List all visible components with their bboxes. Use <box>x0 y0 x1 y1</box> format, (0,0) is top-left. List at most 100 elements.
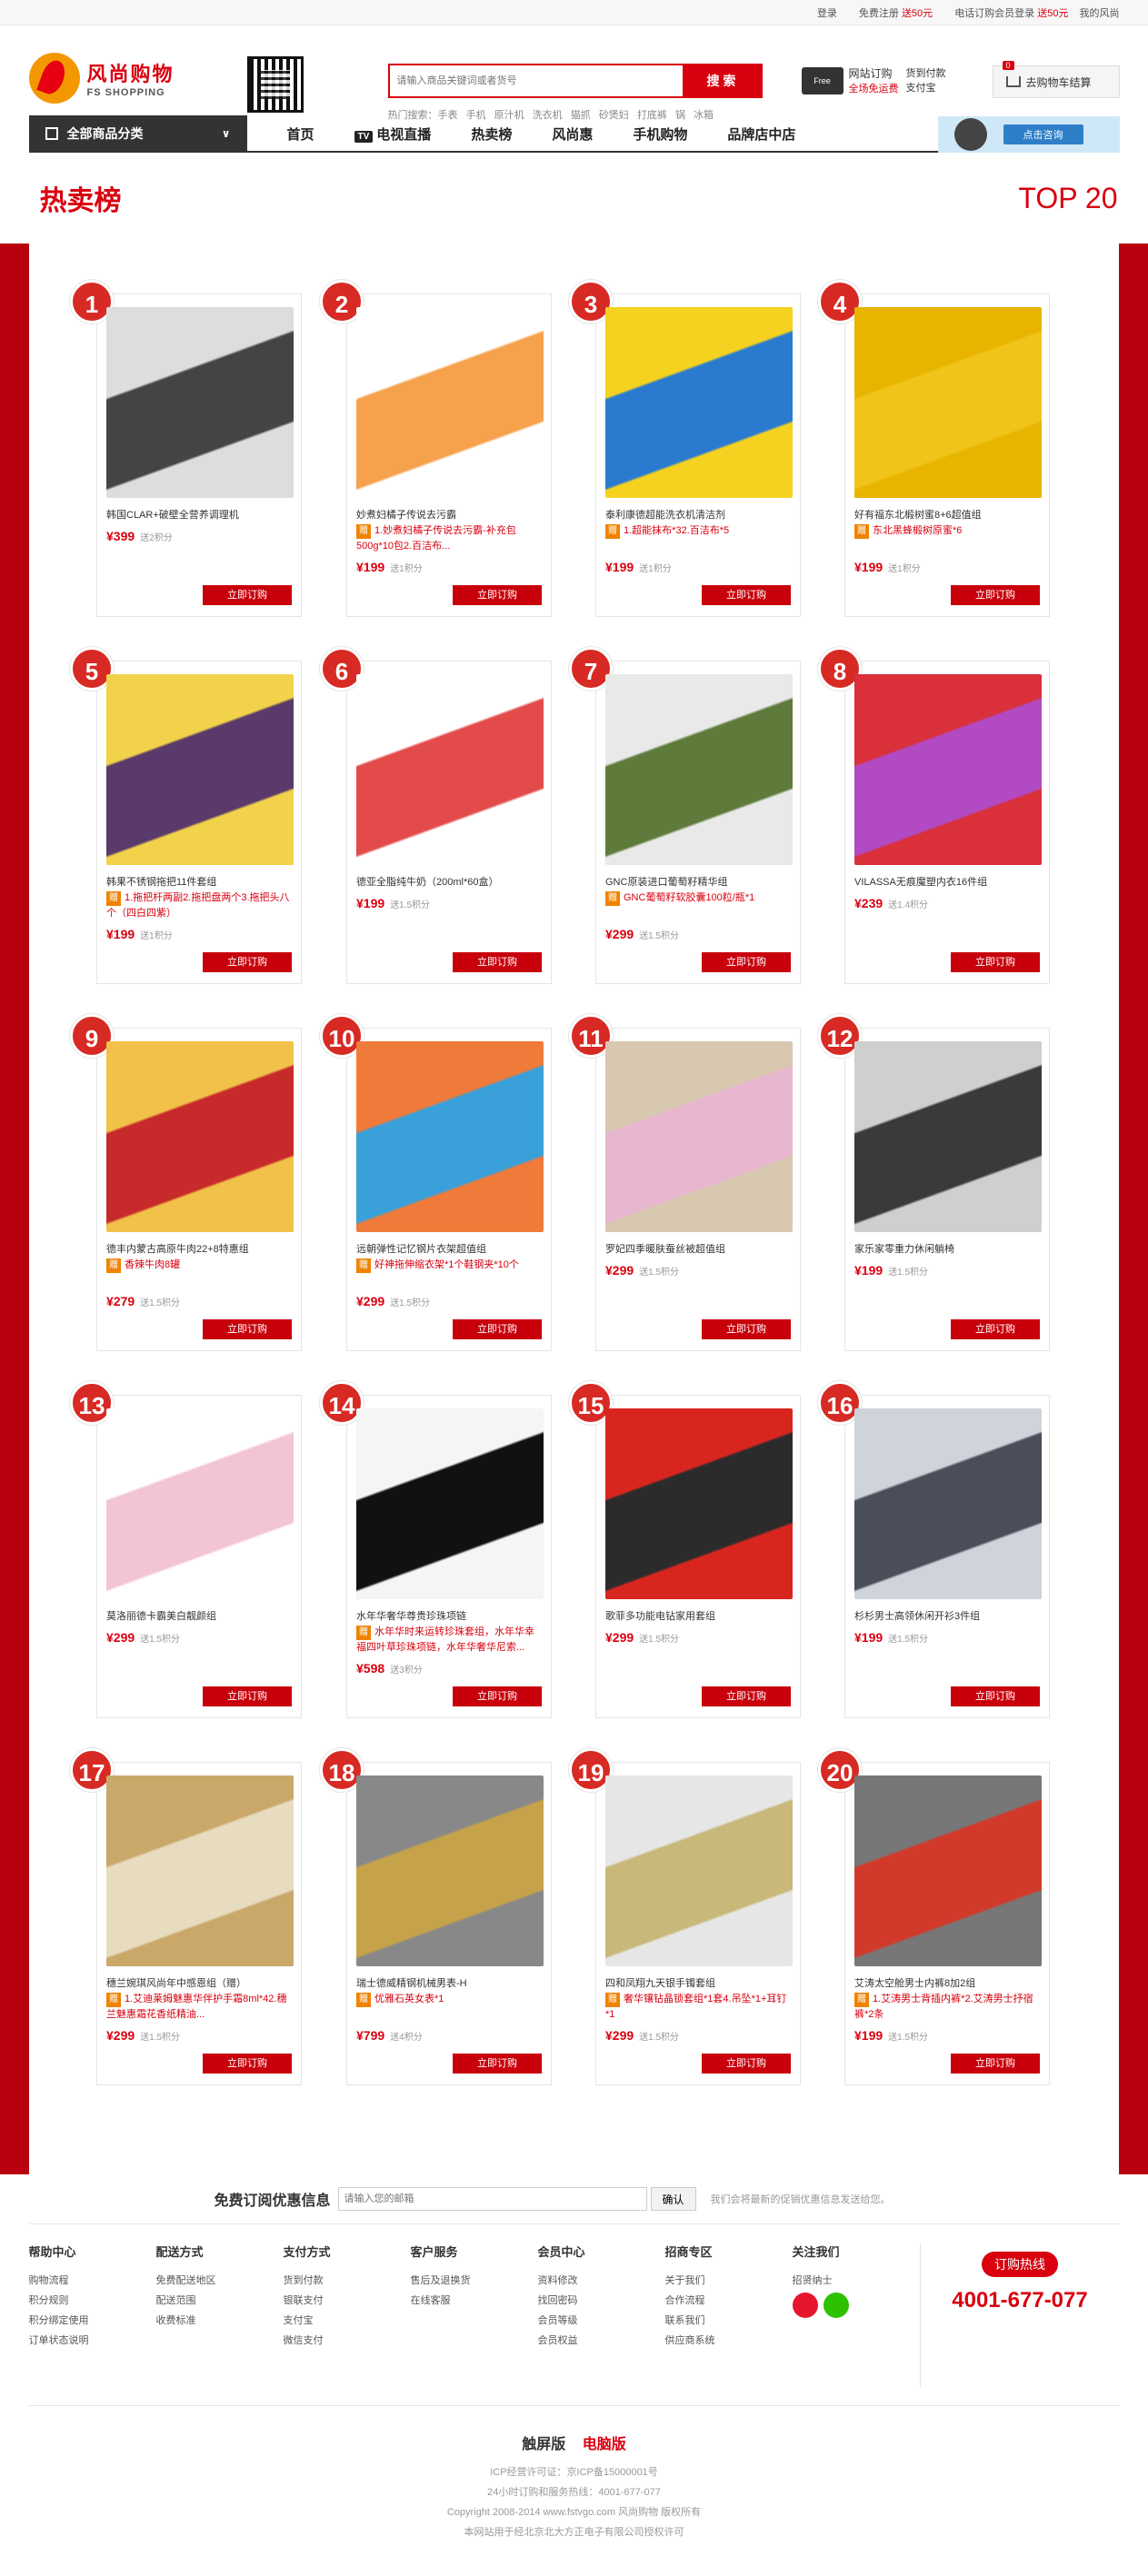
product-name[interactable]: VILASSA无痕魔塑内衣16件组 <box>854 874 1042 889</box>
login-link[interactable]: 登录 <box>817 5 837 20</box>
product-card[interactable]: 13 莫洛丽德卡霸美白靓颜组 ¥299 送1.5积分 立即订购 <box>70 1381 302 1718</box>
order-now-button[interactable]: 立即订购 <box>453 1319 542 1339</box>
cart-button[interactable]: 0 去购物车结算 <box>992 61 1120 98</box>
product-name[interactable]: 妙煮妇橘子传说去污霸 <box>356 507 544 522</box>
product-name[interactable]: 艾涛太空舱男士内裤8加2组 <box>854 1975 1042 1990</box>
product-image[interactable] <box>356 307 544 498</box>
product-card[interactable]: 9 德丰内蒙古高原牛肉22+8特惠组赠香辣牛肉8罐 ¥279 送1.5积分 立即订购 <box>70 1014 302 1351</box>
product-name[interactable]: 韩果不锈钢拖把11件套组 <box>106 874 294 889</box>
footer-link[interactable]: 积分规则 <box>29 2291 156 2311</box>
order-now-button[interactable]: 立即订购 <box>203 585 292 605</box>
product-name[interactable]: 德亚全脂纯牛奶（200ml*60盒） <box>356 874 544 889</box>
product-card[interactable]: 2 妙煮妇橘子传说去污霸赠 1.妙煮妇橘子传说去污霸-补充包500g*10包2.百洁… <box>320 280 552 617</box>
product-name[interactable]: 杉杉男士高领休闲开衫3件组 <box>854 1608 1042 1623</box>
footer-link[interactable]: 免费配送地区 <box>156 2271 284 2291</box>
product-card[interactable]: 8 VILASSA无痕魔塑内衣16件组 ¥239 送1.4积分 立即订购 <box>818 647 1050 984</box>
product-card[interactable]: 17 穗兰婉琪风尚年中感恩组（赠）赠 1.艾迪莱姆魅惠华伴护手霜8ml*42.穗兰魅… <box>70 1748 302 2085</box>
footer-link[interactable]: 合作流程 <box>665 2291 793 2311</box>
product-card[interactable]: 14 水年华奢华尊贵珍珠项链赠水年华时来运转珍珠套组，水年华幸福四叶草珍珠项链，水… <box>320 1381 552 1718</box>
product-card[interactable]: 16 杉杉男士高领休闲开衫3件组 ¥199 送1.5积分 立即订购 <box>818 1381 1050 1718</box>
footer-link[interactable]: 会员等级 <box>538 2311 665 2331</box>
order-now-button[interactable]: 立即订购 <box>702 585 791 605</box>
order-now-button[interactable]: 立即订购 <box>203 1319 292 1339</box>
product-card[interactable]: 5 韩果不锈钢拖把11件套组赠 1.拖把杆两副2.拖把盘两个3.拖把头八个（四白四紫… <box>70 647 302 984</box>
product-name[interactable]: 罗妃四季暖肤蚕丝被超值组 <box>605 1241 793 1256</box>
product-name[interactable]: 歌菲多功能电钻家用套组 <box>605 1608 793 1623</box>
order-now-button[interactable]: 立即订购 <box>951 1319 1040 1339</box>
product-image[interactable] <box>356 1041 544 1232</box>
product-image[interactable] <box>854 674 1042 865</box>
footer-link[interactable]: 购物流程 <box>29 2271 156 2291</box>
product-card[interactable]: 6 德亚全脂纯牛奶（200ml*60盒） ¥199 送1.5积分 立即订购 <box>320 647 552 984</box>
product-image[interactable] <box>605 1408 793 1599</box>
touch-version-link[interactable]: 触屏版 <box>522 2437 565 2452</box>
product-card[interactable]: 20 艾涛太空舱男士内裤8加2组赠 1.艾涛男士背插内裤*2.艾涛男士抒宿裤*2条 ¥… <box>818 1748 1050 2085</box>
product-image[interactable] <box>106 674 294 865</box>
product-image[interactable] <box>854 1775 1042 1966</box>
product-image[interactable] <box>106 1775 294 1966</box>
register-link[interactable]: 免费注册 送50元 <box>848 5 933 20</box>
product-image[interactable] <box>106 1408 294 1599</box>
search-input[interactable] <box>389 65 683 96</box>
product-name[interactable]: 德丰内蒙古高原牛肉22+8特惠组 <box>106 1241 294 1256</box>
phone-member-link[interactable]: 电话订购会员登录 送50元 <box>943 5 1068 20</box>
search-button[interactable]: 搜 索 <box>682 65 761 96</box>
order-now-button[interactable]: 立即订购 <box>951 585 1040 605</box>
order-now-button[interactable]: 立即订购 <box>702 1686 791 1706</box>
order-now-button[interactable]: 立即订购 <box>203 952 292 972</box>
order-now-button[interactable]: 立即订购 <box>951 952 1040 972</box>
product-card[interactable]: 7 GNC原装进口葡萄籽精华组赠 GNC葡萄籽软胶囊100粒/瓶*1 ¥299 送1.5… <box>569 647 801 984</box>
product-card[interactable]: 12 家乐家零重力休闲躺椅 ¥199 送1.5积分 立即订购 <box>818 1014 1050 1351</box>
footer-link[interactable]: 积分绑定使用 <box>29 2311 156 2331</box>
consult-banner[interactable]: 点击咨询 <box>937 116 1120 153</box>
order-now-button[interactable]: 立即订购 <box>203 1686 292 1706</box>
product-name[interactable]: 穗兰婉琪风尚年中感恩组（赠） <box>106 1975 294 1990</box>
product-image[interactable] <box>854 1408 1042 1599</box>
product-name[interactable]: 莫洛丽德卡霸美白靓颜组 <box>106 1608 294 1623</box>
product-name[interactable]: 水年华奢华尊贵珍珠项链 <box>356 1608 544 1623</box>
order-now-button[interactable]: 立即订购 <box>453 2054 542 2074</box>
order-now-button[interactable]: 立即订购 <box>702 1319 791 1339</box>
wechat-icon[interactable] <box>823 2293 849 2318</box>
product-image[interactable] <box>106 1041 294 1232</box>
footer-link[interactable]: 找回密码 <box>538 2291 665 2311</box>
footer-link[interactable]: 收费标准 <box>156 2311 284 2331</box>
nav-item-home[interactable]: 首页 <box>287 124 314 144</box>
all-categories-button[interactable]: 全部商品分类 ∨ <box>28 115 247 152</box>
order-now-button[interactable]: 立即订购 <box>702 952 791 972</box>
order-now-button[interactable]: 立即订购 <box>453 952 542 972</box>
footer-link[interactable]: 订单状态说明 <box>29 2331 156 2351</box>
product-card[interactable]: 15 歌菲多功能电钻家用套组 ¥299 送1.5积分 立即订购 <box>569 1381 801 1718</box>
pc-version-link[interactable]: 电脑版 <box>583 2437 626 2452</box>
nav-item-deals[interactable]: 风尚惠 <box>552 124 593 144</box>
footer-link[interactable]: 会员权益 <box>538 2331 665 2351</box>
weibo-icon[interactable] <box>792 2293 818 2318</box>
product-card[interactable]: 1 韩国CLAR+破壁全营养调理机 ¥399 送2积分 立即订购 <box>70 280 302 617</box>
product-image[interactable] <box>605 307 793 498</box>
footer-link[interactable]: 支付宝 <box>284 2311 411 2331</box>
product-card[interactable]: 18 瑞士德威精钢机械男表-H 赠优雅石英女表*1 ¥799 送4积分 立即订购 <box>320 1748 552 2085</box>
footer-link[interactable]: 招贤纳士 <box>793 2271 920 2291</box>
product-name[interactable]: 远朝弹性记忆钢片衣架超值组 <box>356 1241 544 1256</box>
product-name[interactable]: GNC原装进口葡萄籽精华组 <box>605 874 793 889</box>
nav-item-tv-live[interactable]: TV 电视直播 <box>354 124 431 144</box>
product-image[interactable] <box>605 674 793 865</box>
product-name[interactable]: 瑞士德威精钢机械男表-H <box>356 1975 544 1990</box>
consult-button[interactable]: 点击咨询 <box>1003 124 1083 144</box>
product-image[interactable] <box>356 1775 544 1966</box>
product-image[interactable] <box>106 307 294 498</box>
footer-link[interactable]: 银联支付 <box>284 2291 411 2311</box>
logo[interactable]: 风尚购物 FS SHOPPING <box>28 53 175 104</box>
footer-link[interactable]: 联系我们 <box>665 2311 793 2331</box>
nav-item-mobile[interactable]: 手机购物 <box>633 124 687 144</box>
my-account-link[interactable]: 我的风尚 <box>1080 5 1120 20</box>
footer-link[interactable]: 微信支付 <box>284 2331 411 2351</box>
subscribe-confirm-button[interactable]: 确认 <box>650 2187 696 2211</box>
footer-link[interactable]: 供应商系统 <box>665 2331 793 2351</box>
order-now-button[interactable]: 立即订购 <box>702 2054 791 2074</box>
product-name[interactable]: 好有福东北椴树蜜8+6超值组 <box>854 507 1042 522</box>
product-card[interactable]: 11 罗妃四季暖肤蚕丝被超值组 ¥299 送1.5积分 立即订购 <box>569 1014 801 1351</box>
product-name[interactable]: 家乐家零重力休闲躺椅 <box>854 1241 1042 1256</box>
footer-link[interactable]: 在线客服 <box>411 2291 538 2311</box>
product-name[interactable]: 泰利康德超能洗衣机清洁剂 <box>605 507 793 522</box>
